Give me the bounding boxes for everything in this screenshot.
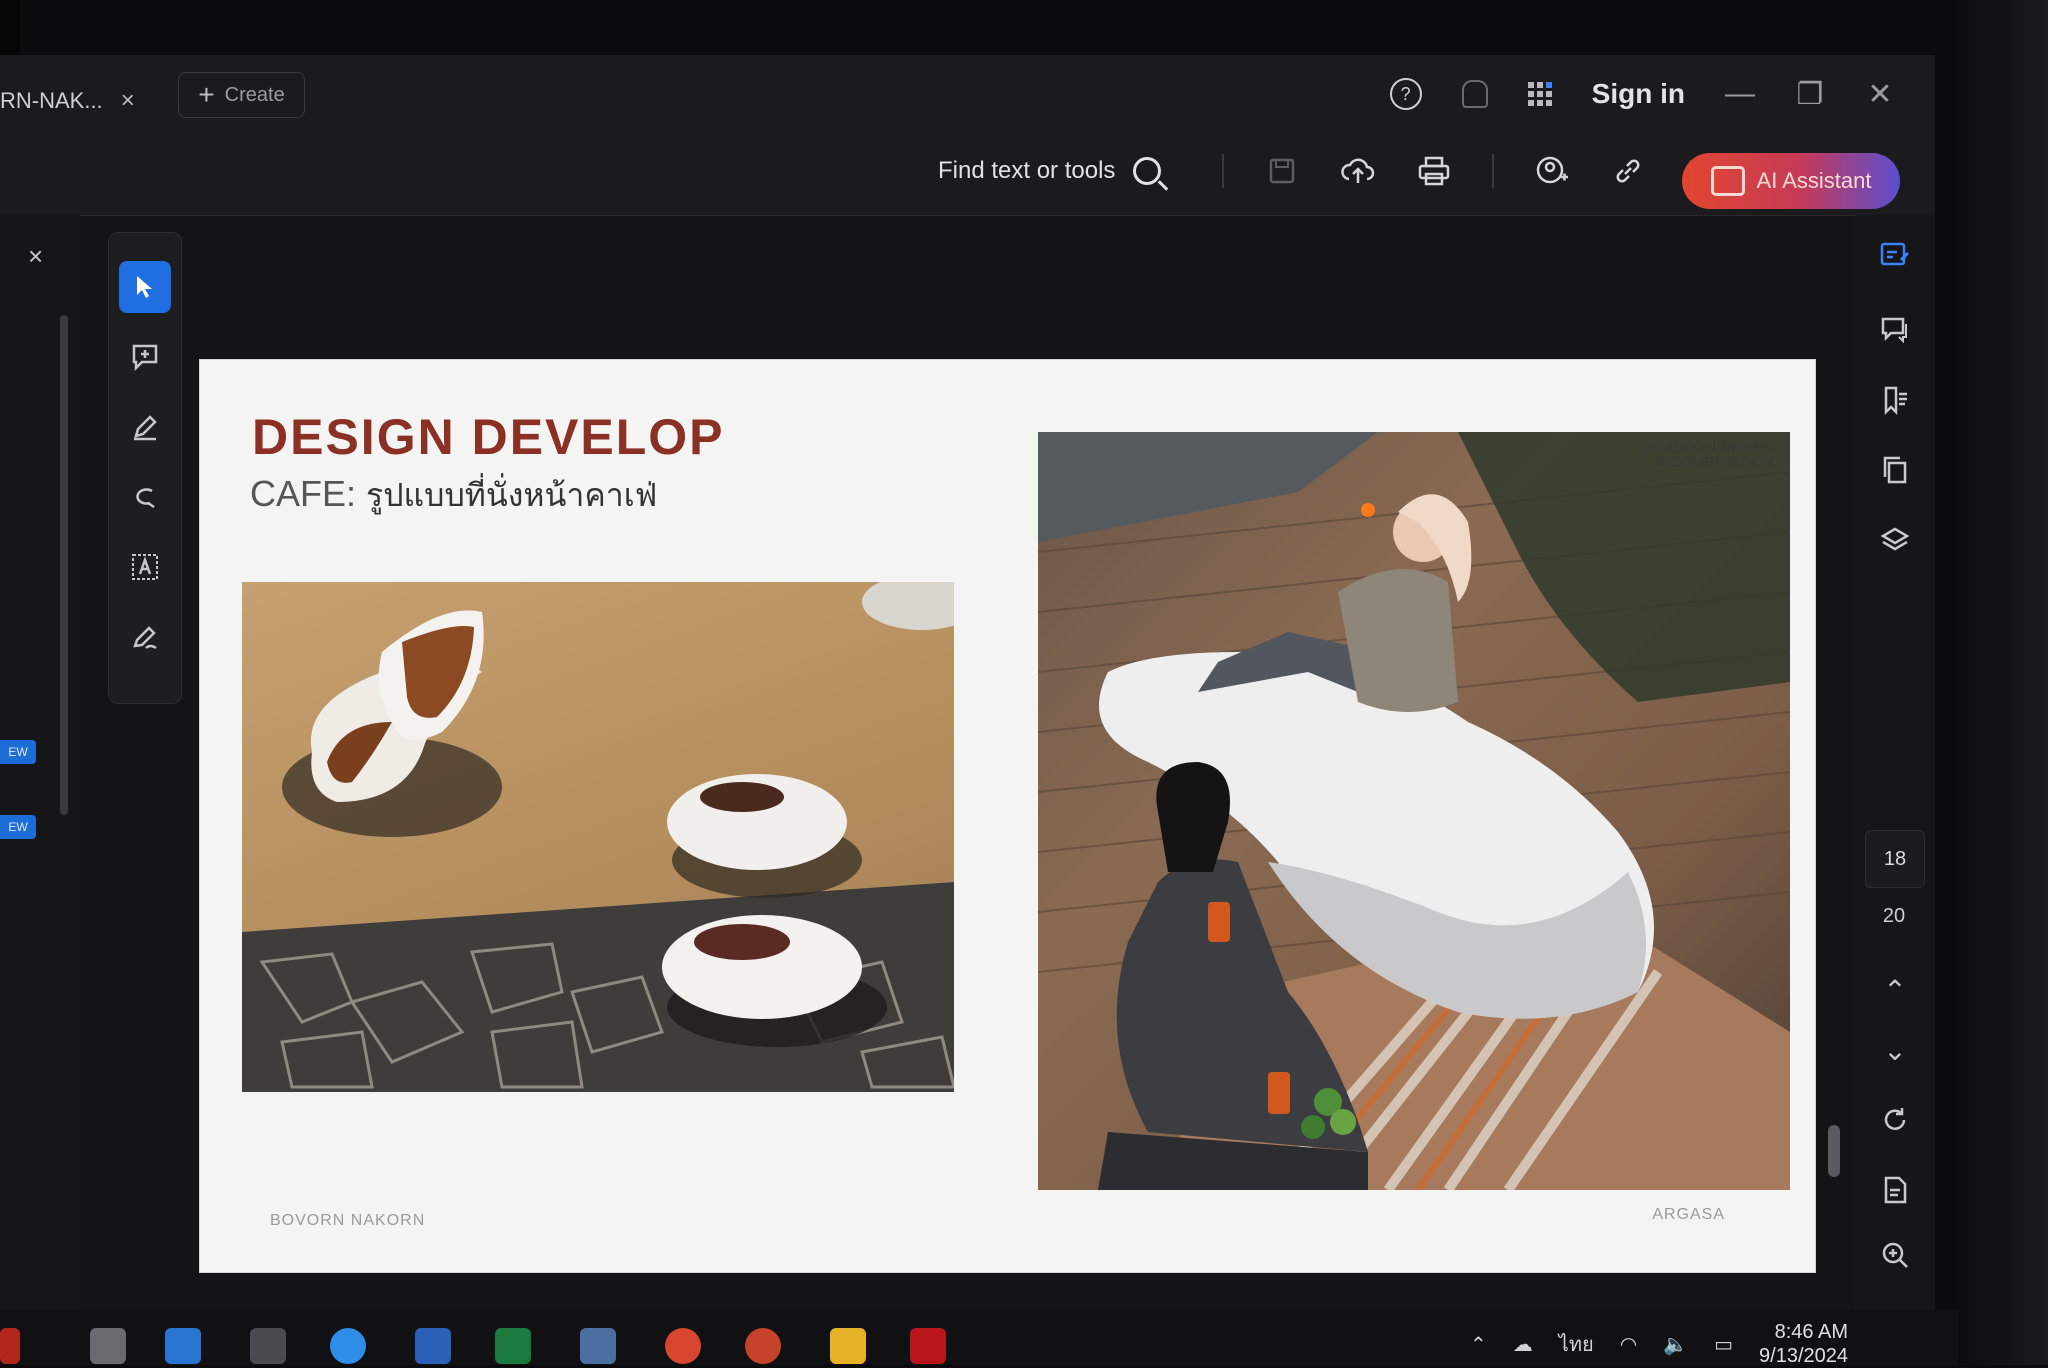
comments-icon[interactable]	[1875, 310, 1915, 350]
highlight-pen-icon[interactable]	[119, 401, 171, 453]
main-toolbar: Find text or tools AI Assistant	[0, 135, 1935, 216]
ai-assistant-label: AI Assistant	[1756, 168, 1872, 193]
panel-badge: EW	[0, 815, 36, 839]
apps-grid-icon[interactable]	[1527, 82, 1552, 106]
settings-icon[interactable]	[250, 1328, 286, 1364]
layers-icon[interactable]	[1875, 520, 1915, 560]
zoom-in-icon[interactable]	[1875, 1235, 1915, 1275]
create-label: Create	[224, 83, 285, 106]
zoom-icon[interactable]	[330, 1328, 366, 1364]
current-page-input[interactable]: 18	[1865, 830, 1925, 888]
award-watermark: A'DESIGN AWARD & COMPETITION	[1645, 439, 1774, 471]
help-icon[interactable]: ?	[1389, 78, 1422, 110]
quick-tools-strip	[108, 232, 182, 704]
calculator-icon[interactable]	[580, 1328, 616, 1364]
save-icon[interactable]	[1264, 153, 1300, 189]
os-taskbar: ⌃ ☁ ไทย ◠ 🔈 ▭ 8:46 AM 9/13/2024	[0, 1310, 1958, 1368]
wifi-icon[interactable]: ◠	[1620, 1332, 1637, 1357]
toolbar-icons	[1222, 153, 1722, 189]
clock[interactable]: 8:46 AM 9/13/2024	[1759, 1320, 1848, 1368]
titlebar-actions: ? Sign in — ❐ ✕	[1389, 69, 1895, 119]
pages-icon[interactable]	[1875, 450, 1915, 490]
battery-icon[interactable]: ▭	[1714, 1332, 1733, 1357]
page-up-icon[interactable]: ⌃	[1875, 970, 1915, 1010]
find-text-or-tools[interactable]: Find text or tools	[938, 157, 1162, 185]
title-bar: RN-NAK... × + Create ? Sign in — ❐ ✕	[0, 55, 1935, 135]
acrobat-icon[interactable]	[910, 1328, 946, 1364]
toolbar-separator	[1222, 154, 1224, 188]
add-comment-icon[interactable]	[119, 331, 171, 383]
select-tool-icon[interactable]	[119, 261, 171, 313]
subtitle-english: CAFE:	[250, 473, 357, 514]
text-box-icon[interactable]	[119, 541, 171, 593]
edit-pdf-icon[interactable]	[1875, 235, 1915, 275]
cafe-seating-illustration	[242, 582, 954, 1092]
panel-close-icon[interactable]: ×	[28, 241, 43, 272]
system-tray: ⌃ ☁ ไทย ◠ 🔈 ▭ 8:46 AM 9/13/2024	[1470, 1320, 1848, 1368]
print-icon[interactable]	[1416, 153, 1452, 189]
excel-icon[interactable]	[495, 1328, 531, 1364]
cloud-icon[interactable]: ☁	[1513, 1332, 1533, 1357]
right-tools-rail: 18 20 ⌃ ⌄	[1855, 215, 1935, 1310]
draw-freeform-icon[interactable]	[119, 471, 171, 523]
bell-icon[interactable]	[1461, 80, 1488, 108]
store-icon[interactable]	[165, 1328, 201, 1364]
total-pages: 20	[1882, 905, 1906, 927]
sign-pen-icon[interactable]	[119, 611, 171, 663]
bookmarks-icon[interactable]	[1875, 380, 1915, 420]
share-user-icon[interactable]	[1534, 153, 1570, 189]
rotate-icon[interactable]	[1875, 1100, 1915, 1140]
tab-label: RN-NAK...	[0, 88, 103, 113]
close-window-button[interactable]: ✕	[1865, 77, 1895, 112]
clock-time: 8:46 AM	[1774, 1321, 1848, 1343]
panel-badge: EW	[0, 740, 36, 764]
toolbar-separator	[1492, 154, 1494, 188]
bench-people-illustration	[1038, 432, 1790, 1190]
acrobat-window: RN-NAK... × + Create ? Sign in — ❐ ✕ Fin…	[0, 55, 1935, 1310]
upload-cloud-icon[interactable]	[1340, 153, 1376, 189]
document-scrollbar[interactable]	[1828, 1125, 1840, 1177]
find-label: Find text or tools	[938, 157, 1116, 184]
tray-expand-icon[interactable]: ⌃	[1470, 1332, 1487, 1357]
footer-author: BOVORN NAKORN	[270, 1212, 426, 1229]
screen-bezel-right	[1958, 0, 2048, 1365]
pdf-page: DESIGN DEVELOP CAFE: รูปแบบที่นั่งหน้าคา…	[200, 360, 1815, 1272]
app-icon-generic[interactable]	[90, 1328, 126, 1364]
restore-button[interactable]: ❐	[1795, 77, 1825, 112]
link-icon[interactable]	[1610, 153, 1646, 189]
tab-close-icon[interactable]: ×	[121, 87, 135, 115]
page-down-icon[interactable]: ⌄	[1875, 1030, 1915, 1070]
ai-assistant-button[interactable]: AI Assistant	[1682, 153, 1900, 209]
footer-source: ARGASA	[1652, 1206, 1725, 1223]
bench-people-photo: A'DESIGN AWARD & COMPETITION	[1038, 432, 1790, 1190]
file-explorer-icon[interactable]	[830, 1328, 866, 1364]
language-indicator[interactable]: ไทย	[1559, 1328, 1594, 1360]
search-icon	[1133, 157, 1162, 185]
chrome-icon[interactable]	[665, 1328, 701, 1364]
clock-date: 9/13/2024	[1759, 1345, 1848, 1367]
left-side-panel: × EW EW	[0, 215, 80, 1310]
slide-subtitle: CAFE: รูปแบบที่นั่งหน้าคาเฟ่	[250, 470, 657, 521]
slide-title: DESIGN DEVELOP	[252, 409, 725, 465]
create-button[interactable]: + Create	[178, 72, 305, 118]
ai-assistant-icon	[1710, 166, 1745, 196]
word-icon[interactable]	[415, 1328, 451, 1364]
minimize-button[interactable]: —	[1725, 77, 1755, 111]
cafe-seating-photo	[242, 582, 954, 1092]
start-icon[interactable]	[0, 1328, 20, 1364]
document-tab[interactable]: RN-NAK... ×	[0, 77, 160, 125]
subtitle-thai: รูปแบบที่นั่งหน้าคาเฟ่	[366, 477, 658, 513]
sign-in-button[interactable]: Sign in	[1592, 78, 1685, 110]
powerpoint-icon[interactable]	[745, 1328, 781, 1364]
volume-icon[interactable]: 🔈	[1663, 1332, 1688, 1357]
document-settings-icon[interactable]	[1875, 1170, 1915, 1210]
plus-icon: +	[198, 79, 215, 110]
panel-scrollbar[interactable]	[60, 315, 68, 815]
